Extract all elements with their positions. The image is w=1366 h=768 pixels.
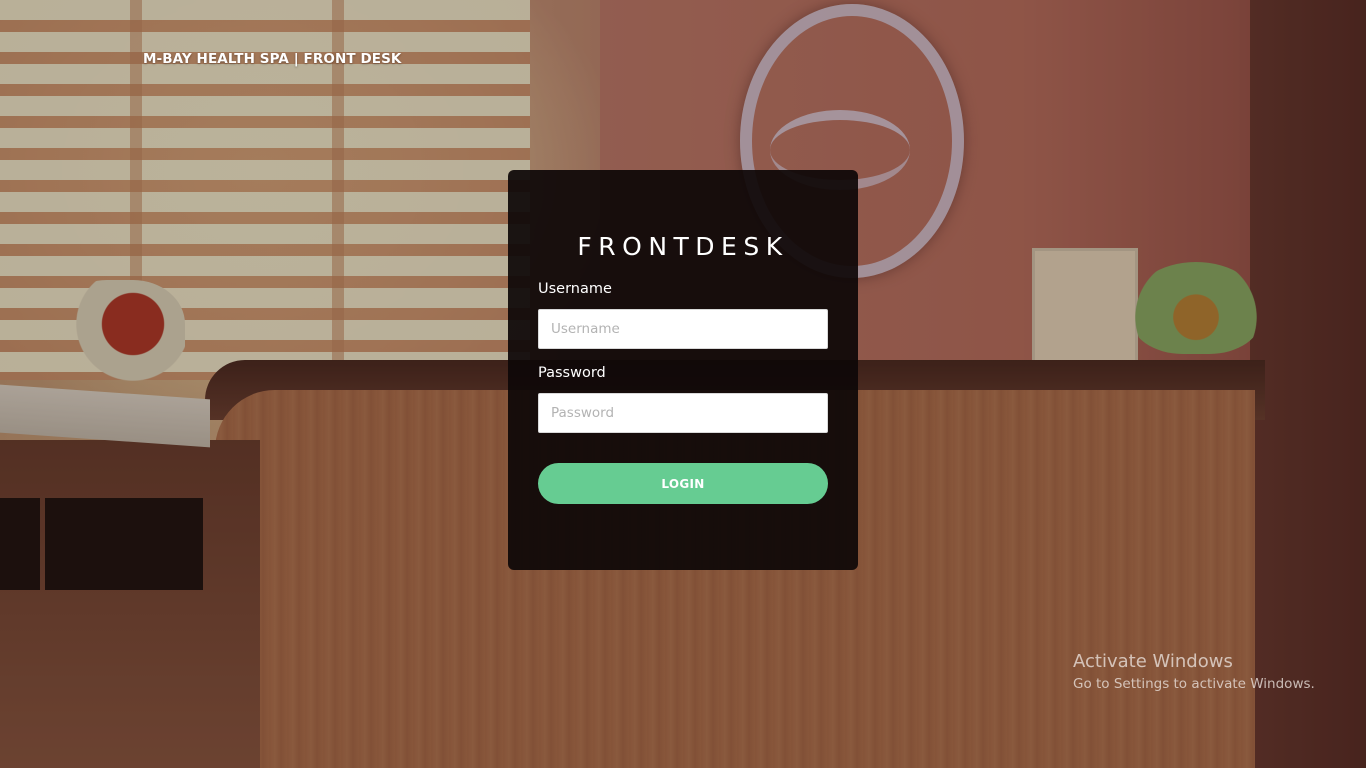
watermark-title: Activate Windows bbox=[1073, 651, 1233, 672]
login-page: M-BAY HEALTH SPA | FRONT DESK FRONTDESK … bbox=[0, 0, 1366, 768]
password-input[interactable] bbox=[538, 393, 828, 433]
brand-title: M-BAY HEALTH SPA | FRONT DESK bbox=[143, 51, 402, 67]
watermark-subtitle: Go to Settings to activate Windows. bbox=[1073, 676, 1315, 692]
username-label: Username bbox=[538, 281, 612, 297]
activate-windows-watermark: Activate Windows Go to Settings to activ… bbox=[1073, 651, 1315, 694]
login-title: FRONTDESK bbox=[577, 232, 789, 261]
password-label: Password bbox=[538, 365, 606, 381]
username-input[interactable] bbox=[538, 309, 828, 349]
login-button[interactable]: LOGIN bbox=[538, 463, 828, 504]
